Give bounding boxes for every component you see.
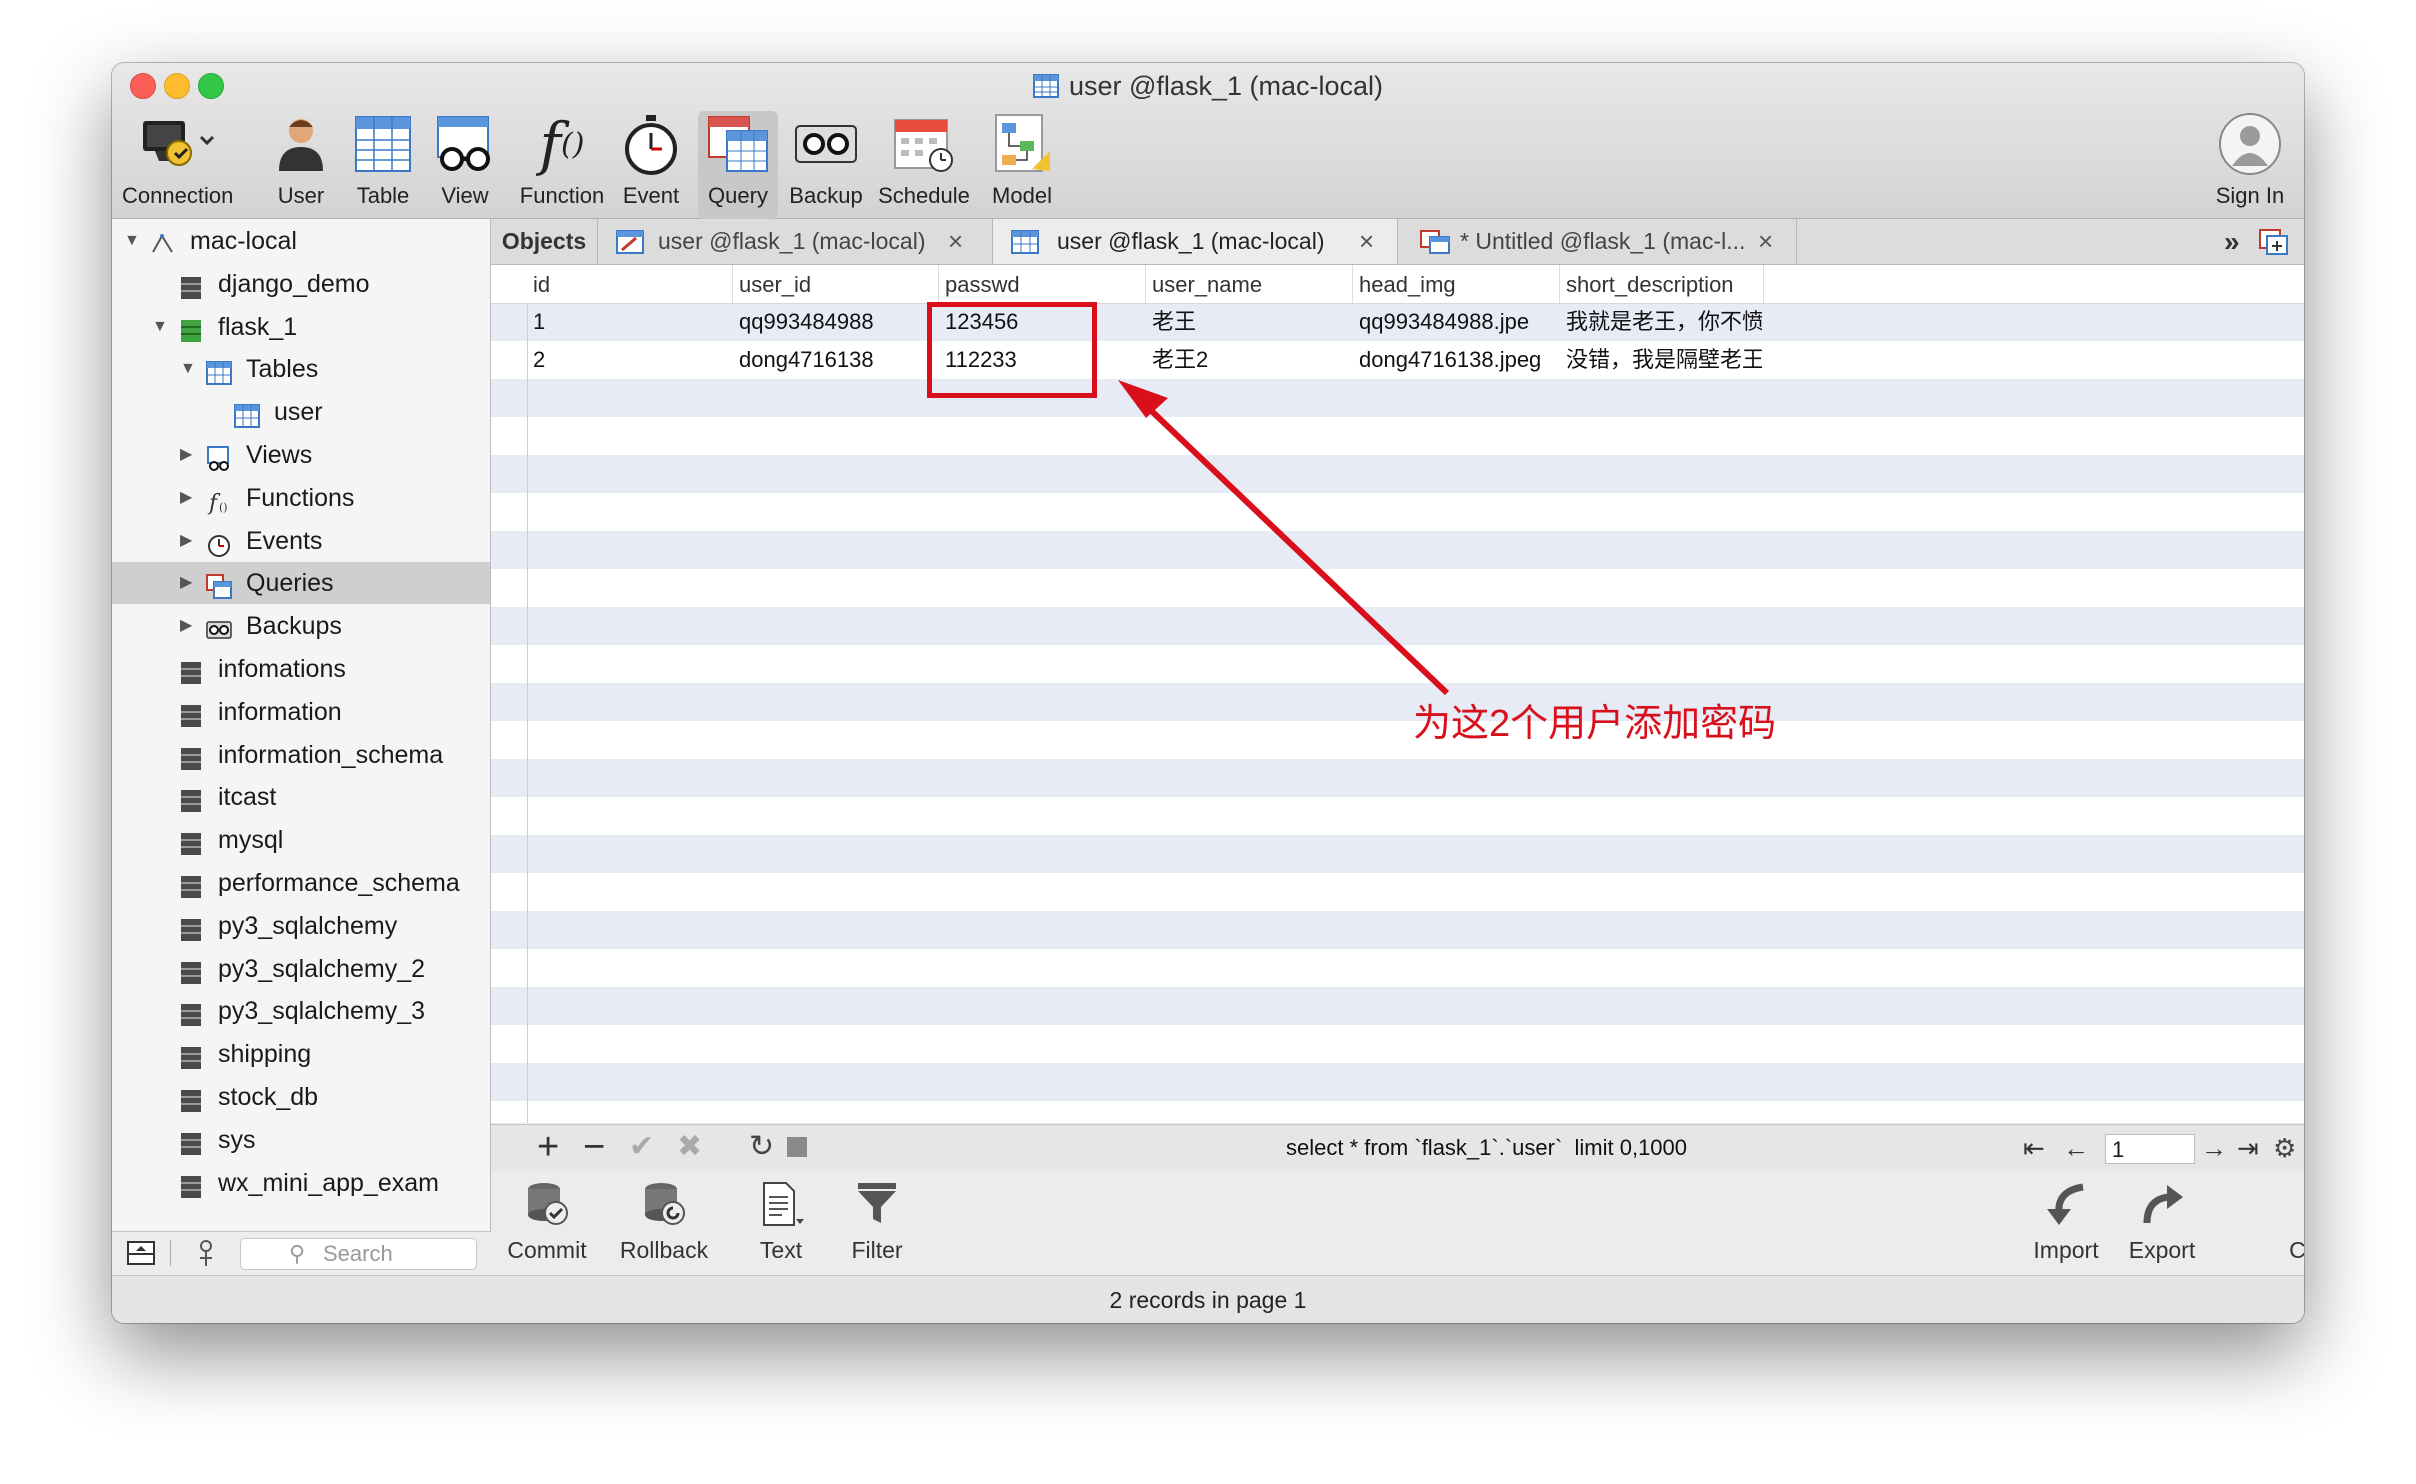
annotation-arrow	[1118, 380, 1450, 696]
annotation-text: 为这2个用户添加密码	[1413, 703, 1777, 745]
